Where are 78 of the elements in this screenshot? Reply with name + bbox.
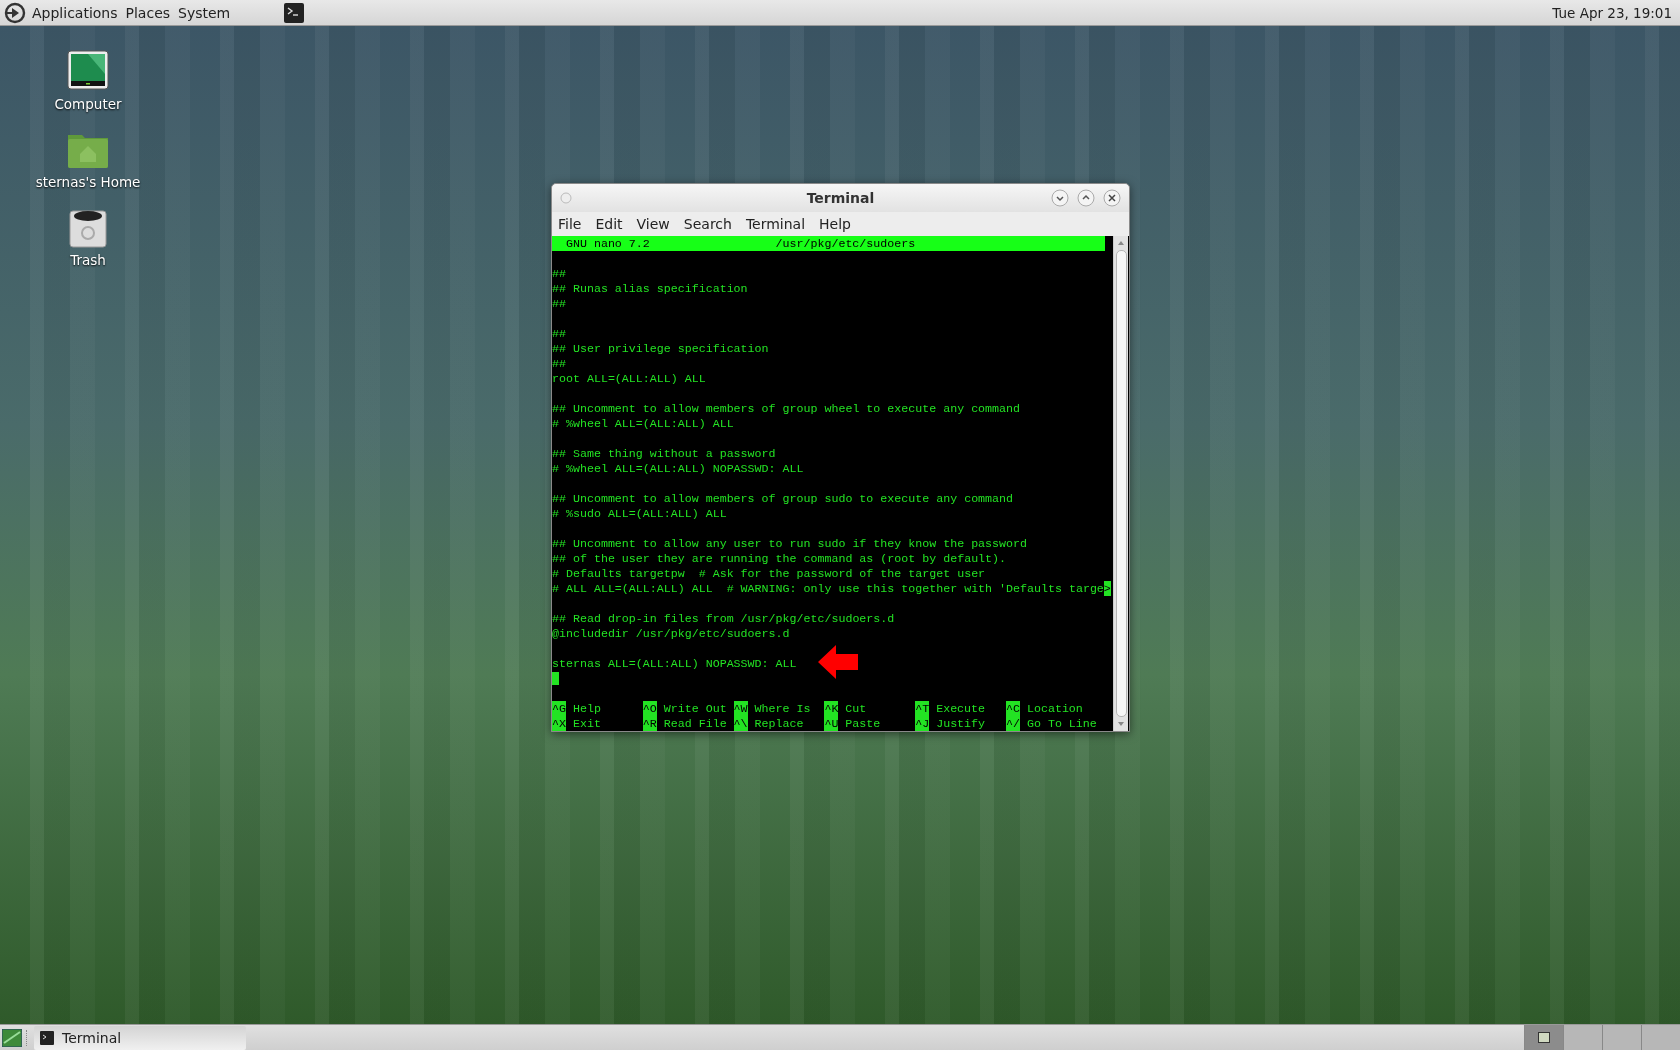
show-desktop-icon[interactable] [2,1028,22,1047]
desktop-icon-label[interactable]: Trash [70,252,106,268]
terminal-icon [40,1030,54,1045]
shortcut-key: ^K [824,701,839,716]
shortcut-key: ^C [1006,701,1020,716]
code-line: ## Uncomment to allow members of group sudo to execute any command [552,491,1014,506]
close-button[interactable] [1103,189,1121,207]
shortcut-key: ^\ [733,716,748,731]
editor-version: GNU nano 7.2 [565,236,650,251]
shortcut-label: Paste [845,716,881,731]
scroll-down-icon [1117,721,1125,727]
menu-item[interactable]: Terminal [745,216,806,232]
code-line: ## Uncomment to allow members of group wheel to execute any command [552,401,1021,416]
menu-item[interactable]: Search [683,216,732,232]
shortcut-label: Cut [845,701,867,716]
code-line: ## [552,356,566,371]
shortcut-key: ^U [824,716,839,731]
text-cursor [552,672,559,685]
clock[interactable]: Tue Apr 23, 19:01 [1552,4,1672,21]
code-line: sternas ALL=(ALL:ALL) NOPASSWD: ALL [552,656,797,671]
menu-item[interactable]: Edit [595,216,623,232]
code-line: ## Runas alias specification [552,281,748,296]
code-line: ## User privilege specification [552,341,769,356]
code-line: ## [552,326,566,341]
shortcut-key: ^/ [1006,716,1020,731]
scrollbar-thumb[interactable] [1115,250,1127,717]
scroll-up-icon [1117,240,1125,246]
menu-logo-icon[interactable] [4,1,26,24]
shortcut-label: Where Is [754,701,811,716]
code-line: # %wheel ALL=(ALL:ALL) ALL [552,416,734,431]
shortcut-key: ^R [642,716,657,731]
shortcut-label: Read File [663,716,727,731]
workspace-button[interactable] [1524,1025,1563,1050]
code-line: # %wheel ALL=(ALL:ALL) NOPASSWD: ALL [552,461,804,476]
code-line: @includedir /usr/pkg/etc/sudoers.d [552,626,790,641]
code-line: ## [552,296,566,311]
code-line: # ALL ALL=(ALL:ALL) ALL # WARNING: only use this together with 'Defaults targe [552,581,1104,596]
shortcut-key: ^T [915,701,930,716]
shortcut-label: Execute [936,701,986,716]
panel-menu[interactable]: System [178,4,231,21]
shortcut-label: Exit [572,716,601,731]
shortcut-label: Go To Line [1026,716,1097,731]
terminal-launcher-icon[interactable] [284,2,305,23]
menu-item[interactable]: View [636,216,670,232]
desktop-icon-label[interactable]: sternas's Home [35,174,141,190]
minimize-button[interactable] [1051,189,1069,207]
window-title: Terminal [805,190,876,206]
shortcut-key: ^W [733,701,748,716]
shortcut-key: ^O [642,701,657,716]
panel-menu[interactable]: Applications [32,4,118,21]
taskbar-button[interactable]: Terminal [34,1025,246,1050]
menu-item[interactable]: File [558,216,582,232]
maximize-button[interactable] [1077,189,1095,207]
scrollbar[interactable] [1113,236,1128,731]
menu-item[interactable]: Help [819,216,851,232]
shortcut-label: Help [572,701,601,716]
computer-monitor-icon [66,49,110,93]
shortcut-label: Location [1026,701,1083,716]
code-line: ## of the user they are running the command as (root by default). [552,551,1007,566]
panel-menu[interactable]: Places [125,4,171,21]
shortcut-label: Replace [754,716,804,731]
code-line: root ALL=(ALL:ALL) ALL [552,371,706,386]
shortcut-label: Write Out [663,701,727,716]
overflow-marker: > [1103,581,1111,596]
shortcut-key: ^G [552,701,566,716]
code-line: ## Uncomment to allow any user to run sudo if they know the password [552,536,1027,551]
shortcut-key: ^X [552,716,566,731]
window-menu-icon [560,192,572,204]
code-line: ## Read drop-in files from /usr/pkg/etc/sudoers.d [552,611,895,626]
code-line: # Defaults targetpw # Ask for the password of the target user [552,566,986,581]
code-line: ## [552,266,566,281]
desktop-icon-label[interactable]: Computer [54,96,122,112]
mini-window-icon [1538,1032,1550,1043]
shortcut-label: Justify [936,716,986,731]
shortcut-key: ^J [915,716,930,731]
code-line: # %sudo ALL=(ALL:ALL) ALL [552,506,727,521]
file-path: /usr/pkg/etc/sudoers [775,236,916,251]
code-line: ## Same thing without a password [552,446,776,461]
